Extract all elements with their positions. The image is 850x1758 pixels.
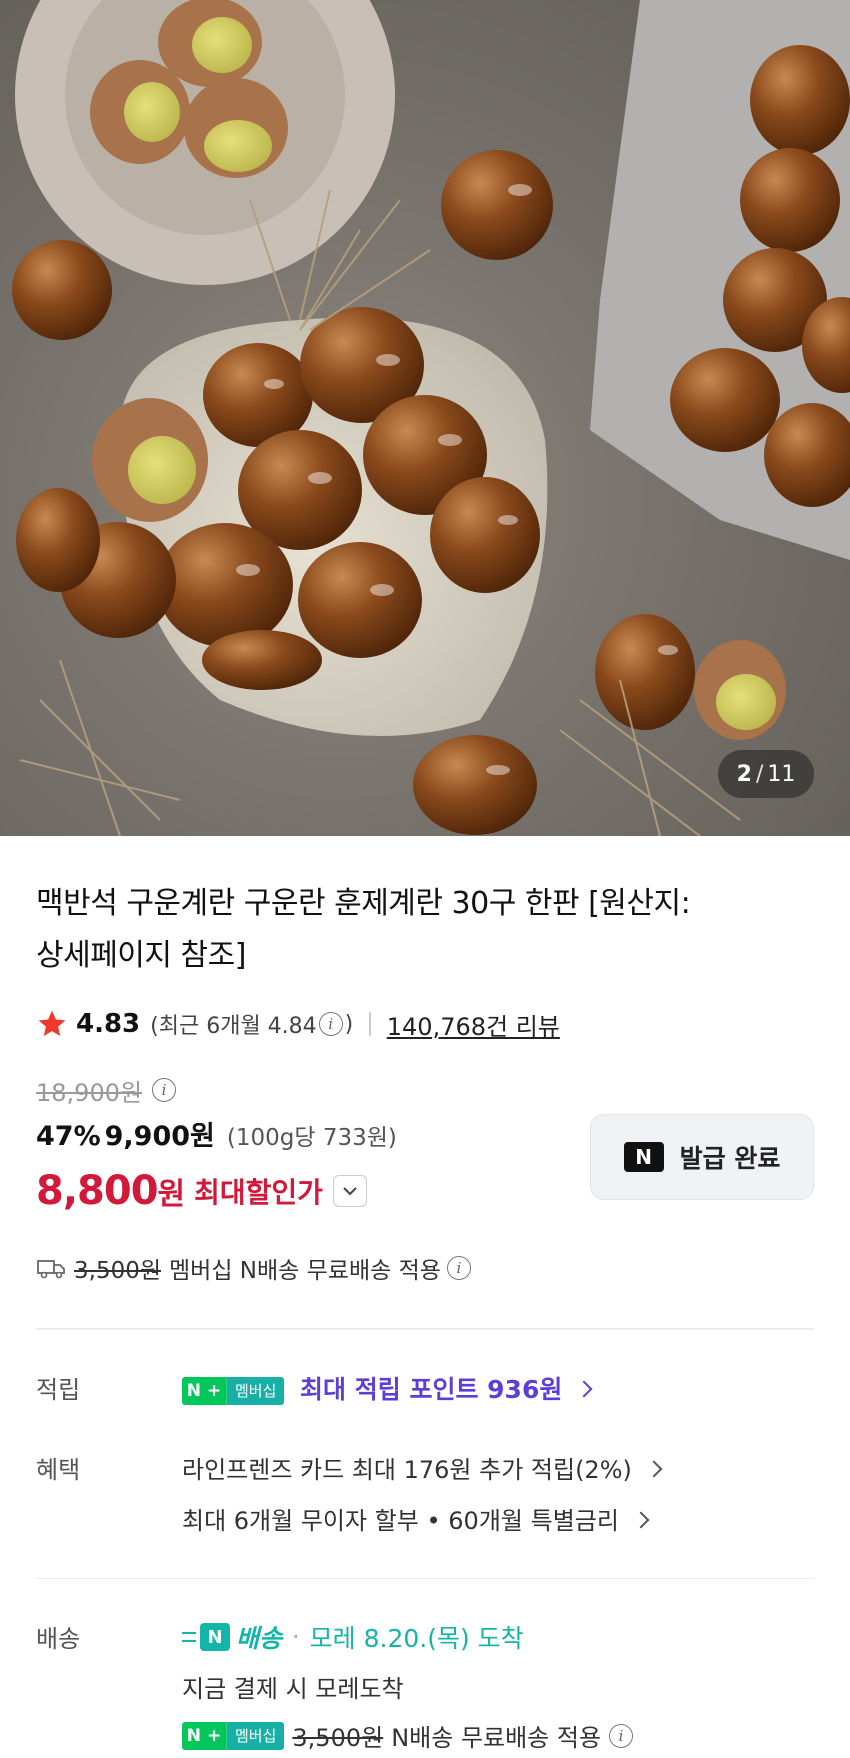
coupon-label: 발급 완료 <box>679 1144 781 1173</box>
delivery-fee-text: N배송 무료배송 적용 <box>391 1724 602 1752</box>
section-divider <box>36 1577 814 1579</box>
max-discount-label: 최대할인가 <box>194 1176 323 1209</box>
membership-badge: 멤버십 <box>226 1721 285 1750</box>
original-price: 18,900원 <box>36 1078 143 1107</box>
product-photo <box>12 0 850 836</box>
expand-discount-button[interactable] <box>332 1175 367 1207</box>
gallery-counter: 2 / 11 <box>718 750 814 798</box>
points-row[interactable]: 적립 N + 멤버십 최대 적립 포인트 936원 <box>36 1370 814 1406</box>
divider <box>369 1012 371 1036</box>
section-divider <box>36 1328 814 1330</box>
naver-plus-membership-badge: N + 멤버십 <box>182 1721 285 1750</box>
coupon-issued-button[interactable]: N 발급 완료 <box>590 1114 814 1200</box>
max-points-text: 최대 적립 포인트 936원 <box>300 1374 563 1404</box>
info-icon[interactable]: i <box>318 1012 343 1036</box>
n-delivery-text: 배송 <box>236 1624 283 1653</box>
product-title-line2: 상세페이지 참조] <box>36 938 246 973</box>
membership-badge: 멤버십 <box>226 1376 285 1405</box>
benefit-card-text: 라인프렌즈 카드 최대 176원 추가 적립(2%) <box>182 1455 632 1484</box>
chevron-right-icon <box>632 1511 650 1528</box>
n-delivery-badge: N <box>200 1623 230 1651</box>
benefit-installment-item[interactable]: 최대 6개월 무이자 할부 • 60개월 특별금리 <box>182 1501 814 1536</box>
original-price-row: 18,900원 i <box>36 1070 814 1110</box>
chevron-right-icon <box>645 1460 663 1477</box>
benefits-label: 혜택 <box>36 1455 81 1484</box>
rating-score: 4.83 <box>76 1009 141 1039</box>
chevron-down-icon <box>343 1187 357 1196</box>
benefits-row: 혜택 라인프렌즈 카드 최대 176원 추가 적립(2%) 최대 6개월 무이자… <box>36 1450 814 1536</box>
naver-plus-badge: N + <box>182 1721 226 1750</box>
naver-n-icon: N <box>623 1142 664 1172</box>
product-title: 맥반석 구운계란 구운란 훈제계란 30구 한판 [원산지: 상세페이지 참조] <box>36 878 814 982</box>
delivery-label: 배송 <box>36 1625 81 1653</box>
delivery-original-fee: 3,500원 <box>292 1724 384 1752</box>
sale-price: 9,900원 <box>104 1121 215 1152</box>
speed-lines-icon <box>182 1632 196 1642</box>
n-delivery-brand: N 배송 <box>182 1619 282 1655</box>
max-discount-value: 8,800 <box>36 1168 159 1214</box>
truck-icon <box>37 1260 65 1279</box>
max-discount-unit: 원 <box>157 1177 186 1212</box>
recent-rating: (최근 6개월 4.84 <box>150 1014 317 1039</box>
naver-plus-badge: N + <box>182 1376 226 1405</box>
gallery-current: 2 <box>736 761 752 787</box>
gallery-total: 11 <box>767 761 796 787</box>
delivery-row: 배송 N 배송 · 모레 8.20.(목) 도착 지금 결제 시 모레도착 N … <box>36 1619 814 1753</box>
dot-separator: · <box>292 1623 300 1651</box>
max-discount-price: 8,800원 <box>36 1168 186 1214</box>
shipping-original-fee: 3,500원 <box>74 1258 162 1284</box>
points-label: 적립 <box>36 1375 81 1404</box>
rating-row: 4.83 (최근 6개월 4.84 i ) 140,768건 리뷰 <box>36 1002 814 1046</box>
product-title-line1: 맥반석 구운계란 구운란 훈제계란 30구 한판 [원산지: <box>36 886 691 921</box>
price-info-icon[interactable]: i <box>152 1078 177 1102</box>
benefit-installment-text: 최대 6개월 무이자 할부 • 60개월 특별금리 <box>182 1506 619 1535</box>
gallery-separator: / <box>755 761 764 787</box>
recent-rating-close: ) <box>344 1011 354 1037</box>
benefit-card-item[interactable]: 라인프렌즈 카드 최대 176원 추가 적립(2%) <box>182 1450 814 1485</box>
star-icon <box>38 1010 66 1036</box>
delivery-note: 지금 결제 시 모레도착 <box>182 1675 404 1703</box>
shipping-info-icon[interactable]: i <box>446 1256 471 1280</box>
review-count-link[interactable]: 140,768건 리뷰 <box>387 1007 560 1042</box>
product-image-gallery[interactable]: 2 / 11 <box>0 0 850 836</box>
naver-plus-membership-badge: N + 멤버십 <box>182 1376 285 1405</box>
price-block: 47% 9,900원 (100g당 733원) 8,800원 최대할인가 N 발… <box>36 1114 814 1224</box>
arrival-date: 모레 8.20.(목) 도착 <box>309 1624 524 1653</box>
unit-price: (100g당 733원) <box>226 1125 397 1151</box>
discount-percent: 47% <box>36 1121 101 1152</box>
delivery-info-icon[interactable]: i <box>609 1723 634 1748</box>
chevron-right-icon <box>575 1380 593 1397</box>
shipping-summary-text: 멤버십 N배송 무료배송 적용 <box>169 1258 441 1284</box>
shipping-summary-row: 3,500원 멤버십 N배송 무료배송 적용 i <box>36 1248 814 1288</box>
